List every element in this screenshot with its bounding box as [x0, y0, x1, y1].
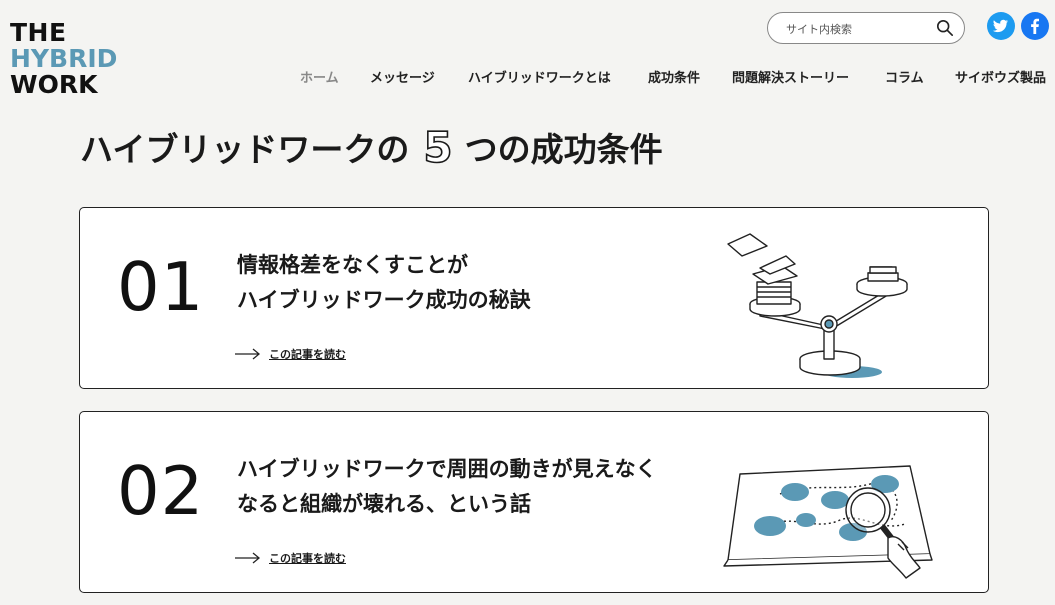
arrow-right-icon [235, 552, 261, 564]
read-more-label: この記事を読む [269, 552, 346, 565]
card-title-line: 情報格差をなくすことが [237, 253, 468, 277]
title-pre: ハイブリッドワークの [80, 130, 410, 169]
search-icon[interactable] [936, 19, 954, 37]
article-card[interactable]: 02 ハイブリッドワークで周囲の動きが見えなく なると組織が壊れる、という話 こ… [79, 411, 989, 593]
site-search [767, 12, 965, 44]
arrow-right-icon [235, 348, 261, 360]
card-number: 01 [117, 248, 205, 326]
read-more-label: この記事を読む [269, 348, 346, 361]
read-more-link[interactable]: この記事を読む [235, 346, 346, 362]
card-title[interactable]: ハイブリッドワークで周囲の動きが見えなく なると組織が壊れる、という話 [237, 452, 707, 522]
twitter-icon [992, 19, 1009, 33]
read-more-link[interactable]: この記事を読む [235, 550, 346, 566]
search-input[interactable] [784, 19, 938, 39]
nav-item-column[interactable]: コラム [885, 67, 924, 86]
nav-item-home[interactable]: ホーム [300, 67, 339, 86]
card-number: 02 [117, 452, 205, 530]
nav-item-conditions[interactable]: 成功条件 [648, 67, 700, 86]
nav-item-message[interactable]: メッセージ [370, 67, 435, 86]
nav-item-about[interactable]: ハイブリッドワークとは [468, 67, 611, 86]
card-title[interactable]: 情報格差をなくすことが ハイブリッドワーク成功の秘訣 [237, 248, 707, 318]
title-number: 5 [423, 122, 454, 173]
facebook-link[interactable] [1021, 12, 1049, 40]
twitter-link[interactable] [987, 12, 1015, 40]
page-title: ハイブリッドワークの 5 つの成功条件 [80, 122, 663, 173]
balance-scale-illustration [727, 233, 908, 378]
nav-item-stories[interactable]: 問題解決ストーリー [732, 67, 849, 86]
card-title-line: なると組織が壊れる、という話 [237, 492, 531, 516]
map-magnifier-illustration [723, 465, 933, 579]
card-title-line: ハイブリッドワークで周囲の動きが見えなく [237, 457, 657, 481]
title-post: つの成功条件 [464, 130, 663, 169]
logo-line-the: THE [10, 18, 67, 47]
article-card[interactable]: 01 情報格差をなくすことが ハイブリッドワーク成功の秘訣 この記事を読む [79, 207, 989, 389]
facebook-icon [1031, 18, 1039, 34]
card-title-line: ハイブリッドワーク成功の秘訣 [237, 288, 531, 312]
nav-item-products[interactable]: サイボウズ製品 [955, 67, 1046, 86]
main-nav: ホーム メッセージ ハイブリッドワークとは 成功条件 問題解決ストーリー コラム… [0, 67, 1055, 87]
